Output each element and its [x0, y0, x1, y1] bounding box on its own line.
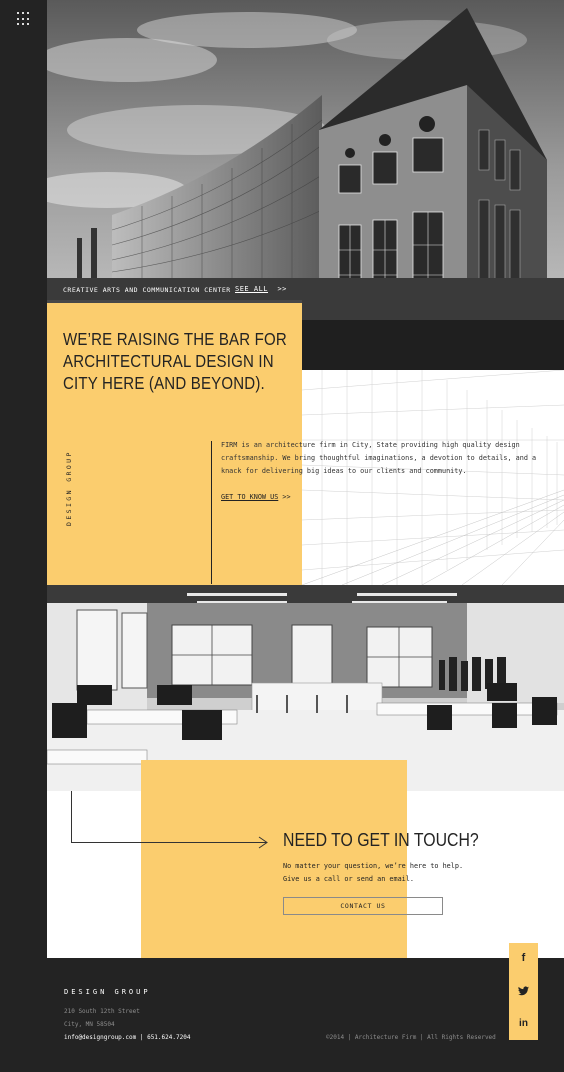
- arrow-line: [71, 842, 267, 843]
- contact-line-1: No matter your question, we’re here to h…: [283, 862, 464, 870]
- vertical-brand-label: DESIGN GROUP: [65, 450, 73, 526]
- social-bar: f in: [509, 943, 538, 1040]
- footer-copyright: ©2014 | Architecture Firm | All Rights R…: [326, 1034, 496, 1041]
- contact-description: No matter your question, we’re here to h…: [283, 860, 503, 886]
- see-all-label: SEE ALL: [235, 285, 269, 293]
- arrow-right-icon: [258, 836, 268, 849]
- linkedin-icon[interactable]: in: [509, 1018, 538, 1029]
- twitter-icon[interactable]: [518, 986, 529, 996]
- hero-caption: CREATIVE ARTS AND COMMUNICATION CENTER: [63, 286, 231, 294]
- footer-address-line-2: City, MN 58504: [64, 1021, 115, 1028]
- page-headline: WE’RE RAISING THE BAR FOR ARCHITECTURAL …: [63, 329, 287, 393]
- facebook-icon[interactable]: f: [509, 952, 538, 964]
- grid-menu-icon[interactable]: [17, 12, 31, 26]
- get-to-know-us-link[interactable]: GET TO KNOW US >>: [221, 493, 291, 501]
- divider-line: [211, 441, 212, 584]
- see-all-link[interactable]: SEE ALL >>: [235, 285, 287, 293]
- footer-brand: DESIGN GROUP: [64, 988, 151, 996]
- contact-line-2: Give us a call or send an email.: [283, 875, 414, 883]
- footer-contact-info: info@designgroup.com | 651.624.7204: [64, 1034, 191, 1041]
- connector-line: [71, 791, 72, 842]
- contact-title: NEED TO GET IN TOUCH?: [283, 830, 479, 850]
- see-all-arrow: >>: [277, 285, 287, 293]
- main-content: CREATIVE ARTS AND COMMUNICATION CENTER S…: [47, 0, 564, 958]
- intro-description: FIRM is an architecture firm in City, St…: [221, 441, 537, 475]
- get-to-know-us-label: GET TO KNOW US: [221, 493, 279, 501]
- contact-us-button[interactable]: CONTACT US: [283, 897, 443, 915]
- footer-address-line-1: 210 South 12th Street: [64, 1008, 140, 1015]
- contact-panel: [141, 760, 407, 958]
- get-to-know-us-arrow: >>: [282, 493, 291, 501]
- footer: [0, 958, 564, 1072]
- sidebar: [0, 0, 47, 958]
